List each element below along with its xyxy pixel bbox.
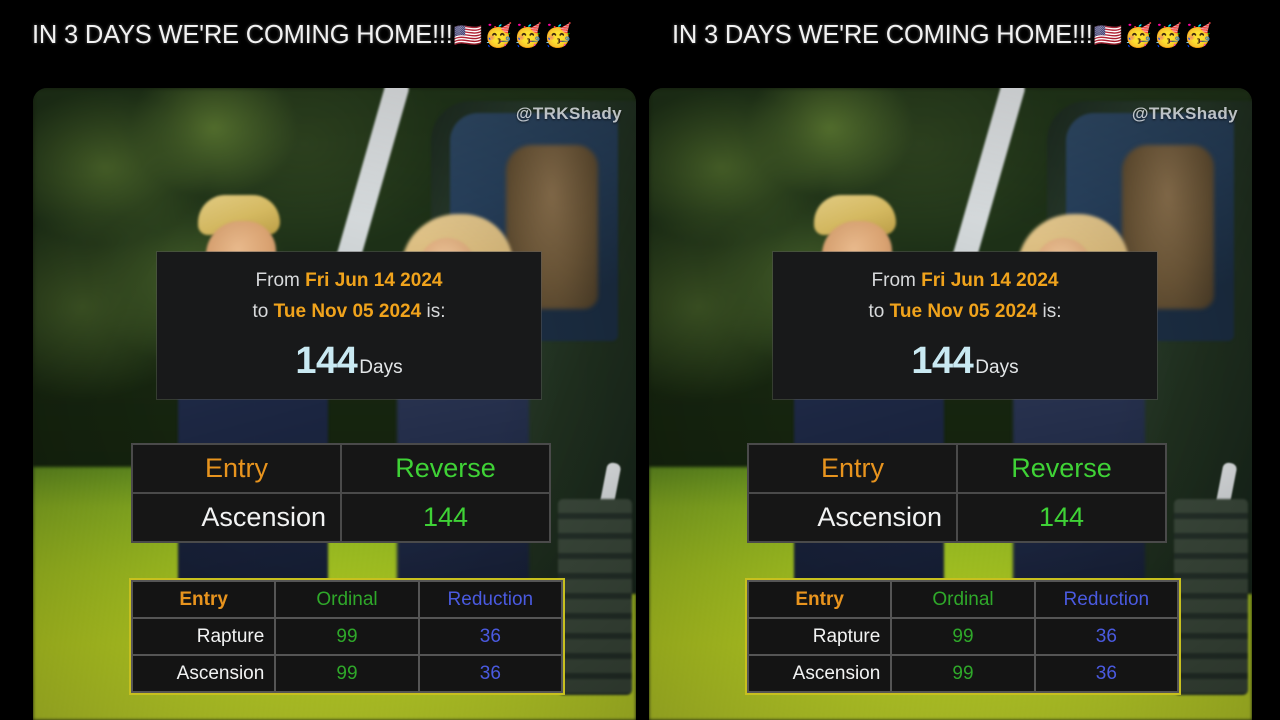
gem-row-entry-rapture: Rapture xyxy=(133,619,275,654)
reverse-row-value: 144 xyxy=(958,494,1165,541)
video-panels: @TRKShady From Fri Jun 14 2024 to Tue No… xyxy=(0,70,1280,720)
gem-row-entry-ascension: Ascension xyxy=(133,656,275,691)
days-count-value: 144 xyxy=(911,339,974,382)
watermark-left: @TRKShady xyxy=(515,104,622,123)
date-result-line: 144 Days xyxy=(157,340,541,383)
to-date-value: Tue Nov 05 2024 xyxy=(273,300,422,322)
reverse-header-entry: Entry xyxy=(749,445,956,492)
reverse-row-value: 144 xyxy=(342,494,549,541)
reverse-header-entry: Entry xyxy=(133,445,340,492)
gem-header-reduction: Reduction xyxy=(1035,582,1177,617)
days-unit-label: Days xyxy=(975,356,1019,378)
video-panel-right[interactable]: @TRKShady From Fri Jun 14 2024 to Tue No… xyxy=(649,88,1252,720)
gematria-table-right: Entry Ordinal Reduction Rapture 99 36 As… xyxy=(745,578,1181,695)
helicopter-steps xyxy=(558,498,632,695)
to-label: to xyxy=(868,300,885,322)
reverse-header-reverse: Reverse xyxy=(958,445,1165,492)
date-to-line: to Tue Nov 05 2024 is: xyxy=(157,297,541,328)
days-count-value: 144 xyxy=(295,339,358,382)
gem-header-ordinal: Ordinal xyxy=(892,582,1034,617)
reverse-header-reverse: Reverse xyxy=(342,445,549,492)
video-panel-left[interactable]: @TRKShady From Fri Jun 14 2024 to Tue No… xyxy=(33,88,636,720)
header-line-left: IN 3 DAYS WE'RE COMING HOME!!! 🇺🇸 🥳🥳🥳 xyxy=(0,0,640,70)
header-line-right: IN 3 DAYS WE'RE COMING HOME!!! 🇺🇸 🥳🥳🥳 xyxy=(640,0,1280,70)
date-from-line: From Fri Jun 14 2024 xyxy=(157,266,541,297)
reverse-table-right: Entry Reverse Ascension 144 xyxy=(747,443,1167,543)
gem-row-entry-rapture: Rapture xyxy=(749,619,891,654)
date-calculation-panel-left: From Fri Jun 14 2024 to Tue Nov 05 2024 … xyxy=(157,252,541,399)
from-label: From xyxy=(255,270,300,291)
table-row-header: Entry Reverse xyxy=(749,445,1165,492)
gem-row-reduction-rapture: 36 xyxy=(1035,619,1177,654)
gem-row-reduction-ascension: 36 xyxy=(419,656,561,691)
gem-row-reduction-rapture: 36 xyxy=(419,619,561,654)
gem-row-reduction-ascension: 36 xyxy=(1035,656,1177,691)
header-banner: IN 3 DAYS WE'RE COMING HOME!!! 🇺🇸 🥳🥳🥳 IN 3… xyxy=(0,0,1280,70)
date-from-line: From Fri Jun 14 2024 xyxy=(773,266,1157,297)
gem-header-entry: Entry xyxy=(133,582,275,617)
gem-row-ordinal-ascension: 99 xyxy=(892,656,1034,691)
gem-row-entry-ascension: Ascension xyxy=(749,656,891,691)
is-label: is: xyxy=(1042,300,1062,322)
reverse-row-entry: Ascension xyxy=(749,494,956,541)
party-face-icon-left: 🥳🥳🥳 xyxy=(484,21,574,48)
date-calculation-panel-right: From Fri Jun 14 2024 to Tue Nov 05 2024 … xyxy=(773,252,1157,399)
watermark-right: @TRKShady xyxy=(1131,104,1238,123)
gematria-table-left: Entry Ordinal Reduction Rapture 99 36 As… xyxy=(129,578,565,695)
table-row-header: Entry Reverse xyxy=(133,445,549,492)
table-row: Ascension 99 36 xyxy=(749,656,1177,691)
to-date-value: Tue Nov 05 2024 xyxy=(889,300,1038,322)
table-row: Ascension 99 36 xyxy=(133,656,561,691)
gem-row-ordinal-rapture: 99 xyxy=(276,619,418,654)
table-row: Ascension 144 xyxy=(133,494,549,541)
table-row-header: Entry Ordinal Reduction xyxy=(133,582,561,617)
reverse-table-left: Entry Reverse Ascension 144 xyxy=(131,443,551,543)
us-flag-icon-right: 🇺🇸 xyxy=(1093,21,1124,48)
is-label: is: xyxy=(426,300,446,322)
table-row: Rapture 99 36 xyxy=(749,619,1177,654)
gem-header-reduction: Reduction xyxy=(419,582,561,617)
table-row: Rapture 99 36 xyxy=(133,619,561,654)
date-to-line: to Tue Nov 05 2024 is: xyxy=(773,297,1157,328)
party-face-icon-right: 🥳🥳🥳 xyxy=(1124,21,1214,48)
header-title-right: IN 3 DAYS WE'RE COMING HOME!!! xyxy=(672,20,1093,49)
from-date-value: Fri Jun 14 2024 xyxy=(305,270,443,291)
date-result-line: 144 Days xyxy=(773,340,1157,383)
table-row-header: Entry Ordinal Reduction xyxy=(749,582,1177,617)
days-unit-label: Days xyxy=(359,356,403,378)
gem-header-ordinal: Ordinal xyxy=(276,582,418,617)
video-stage: IN 3 DAYS WE'RE COMING HOME!!! 🇺🇸 🥳🥳🥳 IN 3… xyxy=(0,0,1280,720)
header-title-left: IN 3 DAYS WE'RE COMING HOME!!! xyxy=(32,20,453,49)
gem-row-ordinal-rapture: 99 xyxy=(892,619,1034,654)
gem-header-entry: Entry xyxy=(749,582,891,617)
us-flag-icon-left: 🇺🇸 xyxy=(453,21,484,48)
reverse-row-entry: Ascension xyxy=(133,494,340,541)
from-label: From xyxy=(871,270,916,291)
to-label: to xyxy=(252,300,269,322)
from-date-value: Fri Jun 14 2024 xyxy=(921,270,1059,291)
helicopter-steps xyxy=(1174,498,1248,695)
table-row: Ascension 144 xyxy=(749,494,1165,541)
gem-row-ordinal-ascension: 99 xyxy=(276,656,418,691)
